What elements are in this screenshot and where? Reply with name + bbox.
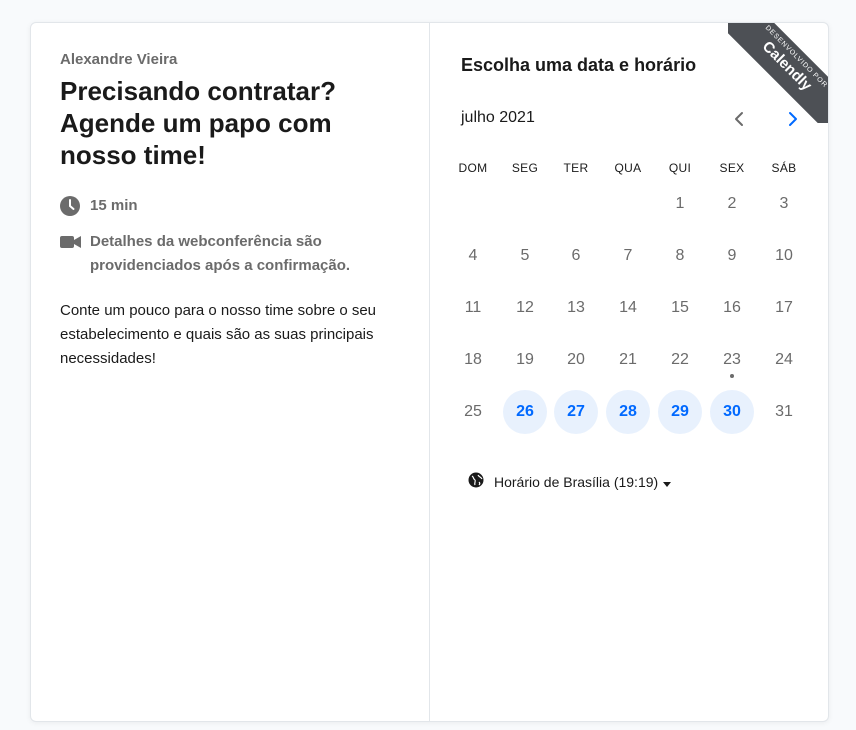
- calendar-day: 4: [451, 234, 495, 278]
- calendar-day: 13: [554, 286, 598, 330]
- day-number: 6: [571, 247, 581, 264]
- day-number: 23: [723, 351, 741, 368]
- calendar-day: 31: [762, 390, 806, 434]
- weekday-label: SÁB: [771, 161, 797, 175]
- calendar-day: 6: [554, 234, 598, 278]
- calendar-day: 9: [710, 234, 754, 278]
- day-number: 3: [779, 195, 789, 212]
- day-number: 28: [619, 403, 637, 420]
- calendar-day: 7: [606, 234, 650, 278]
- day-number: 7: [623, 247, 633, 264]
- calendly-ribbon: DESENVOLVIDO POR Calendly: [728, 23, 828, 123]
- clock-icon: [60, 194, 80, 224]
- calendar-day: 15: [658, 286, 702, 330]
- event-description: Conte um pouco para o nosso time sobre o…: [60, 302, 377, 367]
- day-number: 13: [567, 299, 585, 316]
- day-number: 27: [567, 403, 585, 420]
- calendar-day: 2: [710, 182, 754, 226]
- calendar-day: 18: [451, 338, 495, 382]
- calendar-day: 11: [451, 286, 495, 330]
- day-number: 25: [464, 403, 482, 420]
- globe-icon: [468, 472, 484, 491]
- calendar-day: 19: [503, 338, 547, 382]
- calendar-day-available[interactable]: 27: [554, 390, 598, 434]
- video-camera-icon: [60, 230, 82, 258]
- day-number: 14: [619, 299, 637, 316]
- event-details-panel: Alexandre Vieira Precisando contratar? A…: [31, 23, 430, 721]
- conference-label: Detalhes da webconferência são providenc…: [90, 233, 351, 274]
- day-number: 31: [775, 403, 793, 420]
- day-number: 21: [619, 351, 637, 368]
- host-name: Alexandre Vieira: [60, 51, 178, 68]
- day-number: 1: [675, 195, 685, 212]
- day-number: 17: [775, 299, 793, 316]
- day-number: 12: [516, 299, 534, 316]
- day-number: 9: [727, 247, 737, 264]
- event-title: Precisando contratar? Agende um papo com…: [60, 76, 336, 170]
- weekday-label: TER: [563, 161, 589, 175]
- calendar-day: 24: [762, 338, 806, 382]
- calendar-day: 1: [658, 182, 702, 226]
- today-indicator: [730, 374, 734, 378]
- day-number: 29: [671, 403, 689, 420]
- calendar-day-available[interactable]: 29: [658, 390, 702, 434]
- calendar-day: 17: [762, 286, 806, 330]
- calendar-day: 21: [606, 338, 650, 382]
- calendar-day: 12: [503, 286, 547, 330]
- day-number: 20: [567, 351, 585, 368]
- calendar-day: 10: [762, 234, 806, 278]
- calendar-day: 8: [658, 234, 702, 278]
- calendar-day: 14: [606, 286, 650, 330]
- day-number: 24: [775, 351, 793, 368]
- day-number: 2: [727, 195, 737, 212]
- calendar-day: 22: [658, 338, 702, 382]
- day-number: 4: [468, 247, 478, 264]
- month-label: julho 2021: [461, 109, 535, 126]
- calendar-day: 20: [554, 338, 598, 382]
- day-number: 11: [464, 299, 482, 316]
- day-number: 19: [516, 351, 534, 368]
- caret-down-icon: [663, 474, 672, 490]
- day-number: 30: [723, 403, 741, 420]
- timezone-label: Horário de Brasília (19:19): [494, 473, 659, 490]
- calendar-day-available[interactable]: 30: [710, 390, 754, 434]
- weekday-label: SEG: [511, 161, 539, 175]
- weekday-label: SEX: [719, 161, 745, 175]
- calendar-day: 25: [451, 390, 495, 434]
- day-number: 18: [464, 351, 482, 368]
- day-number: 8: [675, 247, 685, 264]
- scheduling-card: Alexandre Vieira Precisando contratar? A…: [30, 22, 829, 722]
- calendar-heading: Escolha uma data e horário: [461, 55, 697, 75]
- weekday-label: DOM: [458, 161, 488, 175]
- calendar-day: 16: [710, 286, 754, 330]
- calendar-day: 5: [503, 234, 547, 278]
- day-number: 5: [520, 247, 530, 264]
- calendar-panel: Escolha uma data e horário julho 2021 DO…: [430, 23, 828, 721]
- calendly-badge[interactable]: DESENVOLVIDO POR Calendly: [728, 23, 828, 123]
- weekday-label: QUI: [668, 161, 692, 175]
- weekday-label: QUA: [614, 161, 642, 175]
- day-number: 26: [516, 403, 534, 420]
- day-number: 16: [723, 299, 741, 316]
- calendar-day-available[interactable]: 28: [606, 390, 650, 434]
- calendar-day: 3: [762, 182, 806, 226]
- duration-label: 15 min: [90, 197, 138, 214]
- day-number: 22: [671, 351, 689, 368]
- calendar-day-available[interactable]: 26: [503, 390, 547, 434]
- timezone-selector[interactable]: Horário de Brasília (19:19): [468, 472, 672, 491]
- calendar-day: 23: [710, 338, 754, 382]
- day-number: 15: [671, 299, 689, 316]
- day-number: 10: [775, 247, 793, 264]
